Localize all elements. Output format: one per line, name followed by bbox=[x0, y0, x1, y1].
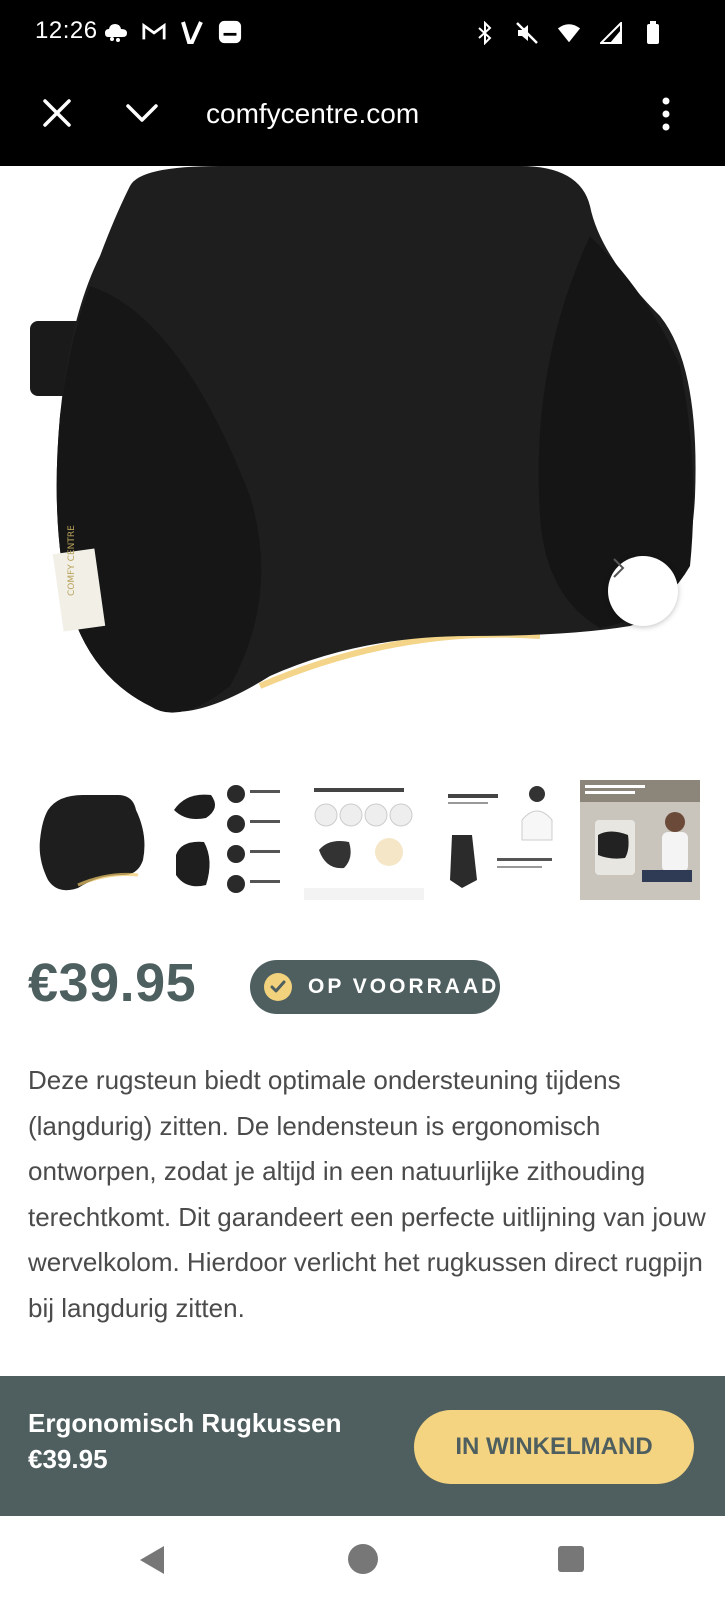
thumb-adjust-height[interactable] bbox=[580, 780, 700, 900]
wifi-icon bbox=[557, 21, 581, 45]
v-app-icon bbox=[180, 20, 204, 44]
recent-apps-icon[interactable] bbox=[558, 1546, 584, 1572]
status-bar: 12:26 bbox=[0, 0, 725, 66]
cart-product-name: Ergonomisch Rugkussen bbox=[28, 1408, 342, 1438]
status-time: 12:26 bbox=[35, 17, 98, 44]
chevron-right-icon bbox=[613, 558, 625, 578]
product-price: €39.95 bbox=[28, 953, 197, 1013]
messaging-icon bbox=[218, 20, 242, 44]
thumb-ergonomic-chair[interactable] bbox=[442, 780, 562, 900]
chevron-down-icon[interactable] bbox=[124, 98, 160, 128]
check-icon bbox=[264, 973, 292, 1001]
more-options-icon[interactable] bbox=[656, 96, 676, 132]
system-navigation-bar bbox=[0, 1516, 725, 1600]
stock-status-label: OP VOORRAAD bbox=[308, 975, 500, 998]
thumb-features[interactable] bbox=[166, 780, 286, 900]
back-icon[interactable] bbox=[138, 1544, 166, 1581]
add-to-cart-button[interactable]: IN WINKELMAND bbox=[414, 1410, 694, 1484]
thumbnail-strip bbox=[28, 780, 700, 900]
product-description: Deze rugsteun biedt optimale ondersteuni… bbox=[28, 1065, 706, 1323]
status-left-icons bbox=[104, 17, 242, 47]
signal-icon bbox=[599, 21, 623, 45]
gmail-icon bbox=[142, 20, 166, 44]
product-image[interactable]: COMFY CENTRE bbox=[0, 166, 725, 766]
stock-status-badge: OP VOORRAAD bbox=[250, 960, 500, 1014]
url-text[interactable]: comfycentre.com bbox=[206, 98, 419, 130]
close-icon[interactable] bbox=[40, 96, 74, 130]
status-right-icons bbox=[473, 18, 665, 48]
cart-product-price: €39.95 bbox=[28, 1444, 108, 1474]
mute-icon bbox=[515, 21, 539, 45]
thumb-front-view[interactable] bbox=[28, 780, 148, 900]
home-icon[interactable] bbox=[348, 1544, 378, 1574]
browser-toolbar: comfycentre.com bbox=[0, 66, 725, 166]
sticky-cart-bar: Ergonomisch Rugkussen €39.95 IN WINKELMA… bbox=[0, 1376, 725, 1516]
battery-icon bbox=[641, 21, 665, 45]
brand-tag-text: COMFY CENTRE bbox=[67, 525, 77, 596]
bluetooth-icon bbox=[473, 21, 497, 45]
thumb-relieve-pain[interactable] bbox=[304, 780, 424, 900]
cloud-icon bbox=[104, 20, 128, 44]
next-image-button[interactable] bbox=[608, 556, 678, 626]
